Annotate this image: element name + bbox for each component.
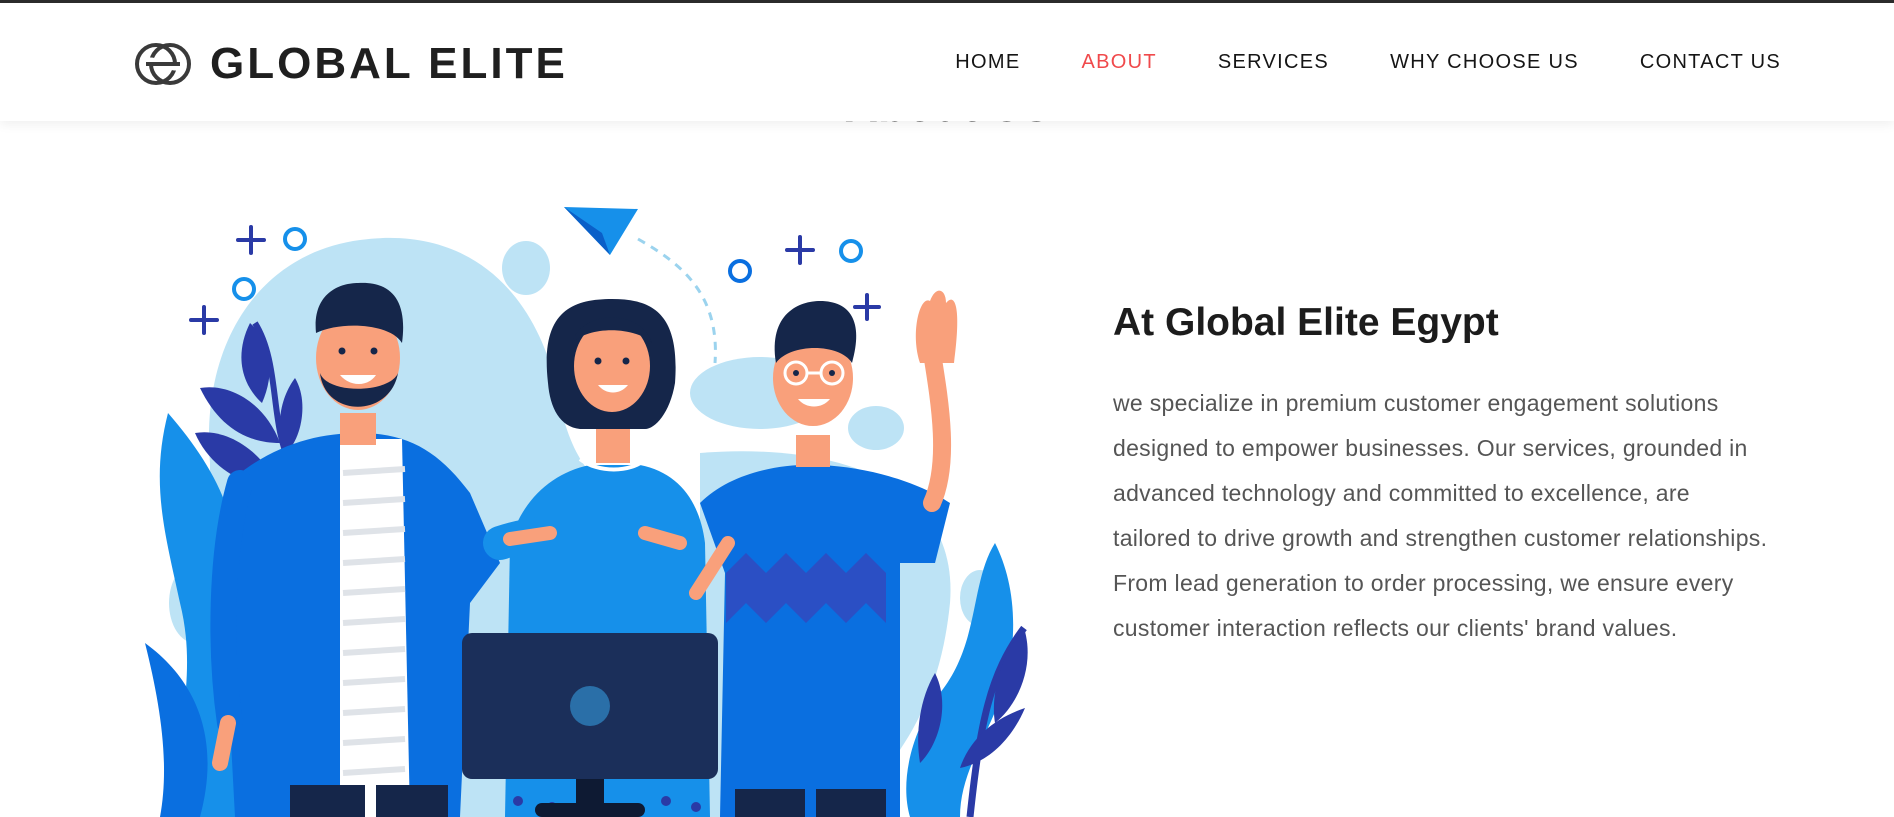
- about-text-column: At Global Elite Egypt we specialize in p…: [1113, 301, 1773, 651]
- nav-home[interactable]: HOME: [955, 51, 1020, 74]
- main-nav: HOME ABOUT SERVICES WHY CHOOSE US CONTAC…: [894, 51, 1781, 74]
- team-illustration: [145, 207, 1028, 817]
- logo-icon: [135, 43, 191, 85]
- nav-why-choose-us[interactable]: WHY CHOOSE US: [1390, 51, 1579, 74]
- about-heading: At Global Elite Egypt: [1113, 301, 1499, 344]
- brand[interactable]: GLOBAL ELITE: [134, 39, 568, 89]
- site-header: GLOBAL ELITE HOME ABOUT SERVICES WHY CHO…: [0, 3, 1894, 121]
- nav-about[interactable]: ABOUT: [1081, 51, 1156, 74]
- nav-services[interactable]: SERVICES: [1218, 51, 1329, 74]
- brand-name: GLOBAL ELITE: [210, 39, 568, 88]
- about-description: we specialize in premium customer engage…: [1113, 390, 1768, 641]
- nav-contact-us[interactable]: CONTACT US: [1640, 51, 1781, 74]
